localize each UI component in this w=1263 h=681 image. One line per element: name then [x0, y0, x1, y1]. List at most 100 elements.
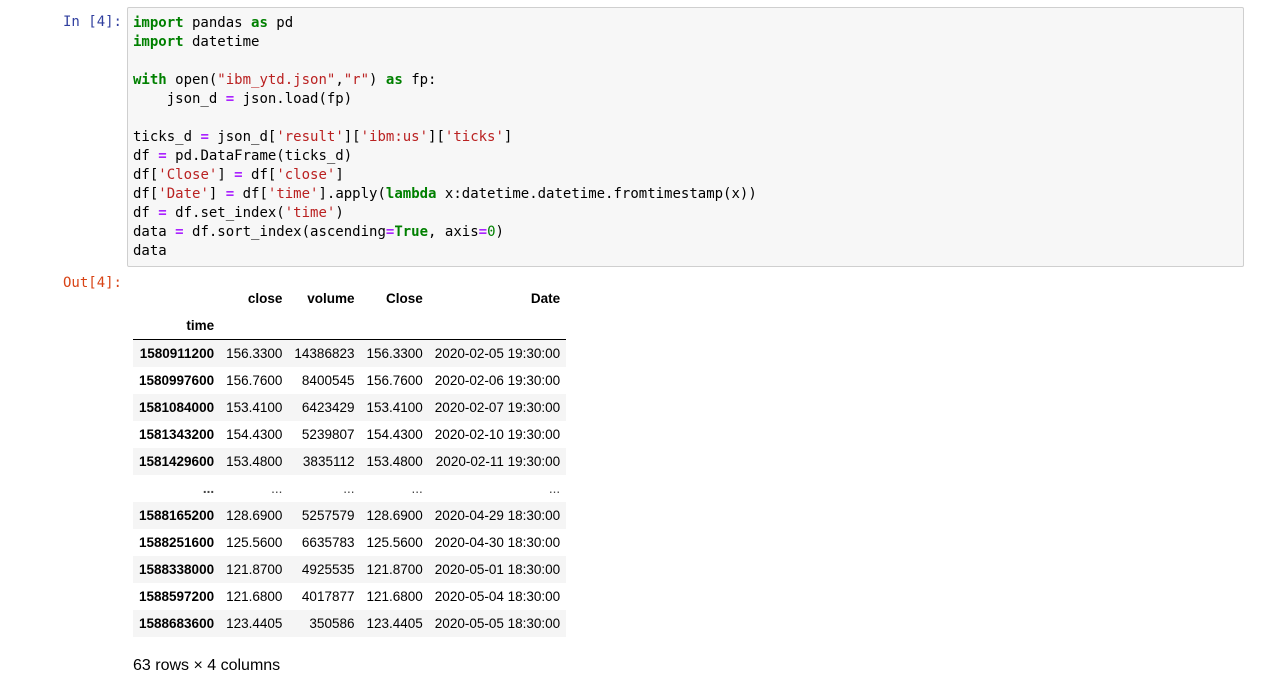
- header-blank: [428, 312, 567, 340]
- table-cell: 2020-02-10 19:30:00: [434, 427, 561, 442]
- row-index: 1581084000: [139, 400, 215, 415]
- code-token: ]: [335, 167, 344, 183]
- table-cell: 14386823: [294, 346, 355, 361]
- code-token: df: [133, 148, 159, 164]
- code-text[interactable]: import pandas as pd import datetime with…: [133, 14, 757, 261]
- index-name: time: [133, 312, 221, 340]
- code-editor[interactable]: import pandas as pd import datetime with…: [127, 7, 1244, 267]
- table-row: 1588597200 121.6800 4017877 121.6800 2020-05…: [133, 583, 566, 610]
- code-token: as: [251, 15, 268, 31]
- table-cell: 8400545: [301, 373, 355, 388]
- dataframe-table: close volume Close Date time 1580911200 156.…: [133, 285, 567, 637]
- table-cell: 128.6900: [366, 508, 423, 523]
- table-cell: 153.4100: [366, 400, 423, 415]
- code-token: =: [225, 91, 235, 107]
- code-token: ): [335, 205, 344, 221]
- column-header: volume: [307, 291, 355, 306]
- code-line: import pandas as pd: [133, 15, 293, 31]
- table-row: 1588683600 123.4405 350586 123.4405 2020-05-…: [133, 610, 567, 637]
- header-blank: [220, 312, 289, 340]
- table-cell: 6423429: [301, 400, 355, 415]
- code-token: pd: [267, 15, 294, 31]
- code-token: 'Close': [158, 167, 218, 183]
- table-cell: ...: [548, 481, 561, 496]
- table-cell: 5257579: [301, 508, 355, 523]
- table-cell: 2020-04-30 18:30:00: [434, 535, 561, 550]
- code-token: import: [133, 34, 184, 50]
- code-token: =: [478, 224, 488, 240]
- table-cell: 3835112: [302, 454, 355, 469]
- table-row: 1588251600 125.5600 6635783 125.5600 2020-04…: [133, 529, 566, 556]
- code-line: ticks_d = json_d['result']['ibm:us']['ti…: [133, 129, 512, 145]
- table-cell: 2020-02-11 19:30:00: [435, 454, 561, 469]
- code-token: lambda: [385, 186, 437, 202]
- code-token: json.load(fp): [234, 91, 353, 107]
- table-cell: 156.7600: [226, 373, 283, 388]
- code-token: data: [133, 243, 167, 259]
- table-row: 1581429600 153.4800 3835112 153.4800 2020-02…: [133, 448, 567, 475]
- table-cell: 154.4300: [366, 427, 423, 442]
- code-token: 'time': [267, 186, 319, 202]
- code-token: True: [394, 224, 429, 240]
- row-index: 1588683600: [139, 616, 215, 631]
- index-name-row: time: [133, 312, 567, 340]
- code-token: , axis: [428, 224, 479, 240]
- code-token: =: [158, 205, 167, 221]
- table-cell: 154.4300: [226, 427, 283, 442]
- input-prompt: In [4]:: [62, 14, 122, 30]
- code-token: import: [133, 15, 184, 31]
- row-index: ...: [202, 481, 215, 496]
- table-row: 1588338000 121.8700 4925535 121.8700 2020-05…: [133, 556, 567, 583]
- code-token: ): [495, 224, 504, 240]
- table-cell: 2020-02-05 19:30:00: [434, 346, 561, 361]
- code-token: ticks_d: [133, 129, 201, 145]
- code-token: fp:: [402, 72, 437, 88]
- code-token: 'time': [284, 205, 336, 221]
- code-token: 'ibm:us': [360, 129, 429, 145]
- code-line: json_d = json.load(fp): [133, 91, 352, 107]
- row-index: 1588251600: [139, 535, 215, 550]
- table-cell: 156.3300: [226, 346, 283, 361]
- column-header: Close: [386, 291, 423, 306]
- row-index: 1588597200: [139, 589, 215, 604]
- code-token: ,: [335, 72, 344, 88]
- table-cell: 4925535: [301, 562, 355, 577]
- table-cell: 2020-05-01 18:30:00: [434, 562, 561, 577]
- code-token: df[: [242, 167, 277, 183]
- code-token: 'ticks': [444, 129, 504, 145]
- code-line: data: [133, 243, 167, 259]
- code-token: with: [133, 72, 167, 88]
- table-cell: 153.4800: [366, 454, 423, 469]
- code-token: x:datetime.datetime.fromtimestamp(x)): [436, 186, 757, 202]
- table-cell: 121.8700: [226, 562, 283, 577]
- code-token: ].apply(: [318, 186, 386, 202]
- row-index: 1588165200: [139, 508, 215, 523]
- table-cell: 121.8700: [366, 562, 423, 577]
- table-cell: 2020-02-07 19:30:00: [434, 400, 561, 415]
- row-index: 1581343200: [139, 427, 215, 442]
- table-cell: 121.6800: [366, 589, 423, 604]
- code-token: ][: [428, 129, 445, 145]
- table-cell: 6635783: [301, 535, 355, 550]
- dataframe-shape-summary: 63 rows × 4 columns: [133, 657, 281, 674]
- table-cell: 2020-05-05 18:30:00: [434, 616, 561, 631]
- code-token: df: [133, 205, 159, 221]
- table-cell: 5239807: [301, 427, 355, 442]
- table-cell: ...: [343, 481, 355, 496]
- table-row: 1580997600 156.7600 8400545 156.7600 2020-02…: [133, 367, 566, 394]
- code-token: pandas: [183, 15, 252, 31]
- table-cell: 153.4800: [226, 454, 283, 469]
- table-cell: 125.5600: [366, 535, 423, 550]
- header-blank: [288, 312, 361, 340]
- column-header-row: close volume Close Date: [133, 285, 566, 312]
- table-cell: 153.4100: [226, 400, 283, 415]
- code-token: df[: [133, 186, 159, 202]
- table-row: 1580911200 156.3300 14386823 156.3300 2020-0…: [133, 339, 567, 367]
- code-token: =: [175, 224, 184, 240]
- column-header: Date: [530, 291, 561, 306]
- table-cell: 350586: [309, 616, 355, 631]
- table-cell: 121.6800: [226, 589, 283, 604]
- code-token: df.sort_index(ascending: [183, 224, 386, 240]
- table-body: 1580911200 156.3300 14386823 156.3300 2020-0…: [133, 339, 567, 637]
- table-cell: 123.4405: [226, 616, 283, 631]
